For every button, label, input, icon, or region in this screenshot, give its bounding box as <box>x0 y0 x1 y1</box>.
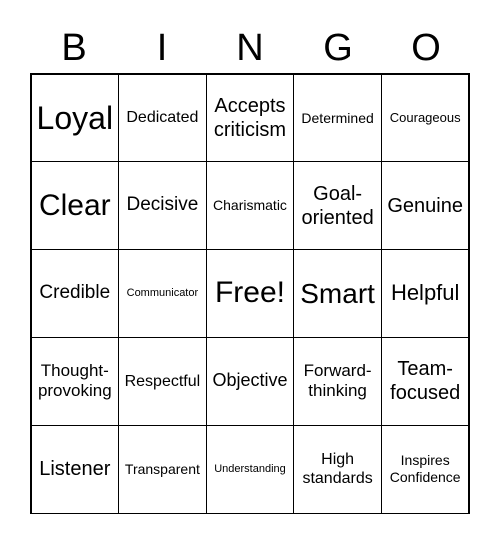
bingo-cell[interactable]: Credible <box>30 249 120 338</box>
bingo-cell[interactable]: Thought-provoking <box>30 336 120 426</box>
header-letter-g: G <box>323 27 353 69</box>
bingo-cell[interactable]: Loyal <box>30 73 120 163</box>
bingo-cell[interactable]: Forward-thinking <box>293 336 382 426</box>
header-letter-b: B <box>61 27 87 69</box>
bingo-cell[interactable]: Transparent <box>118 424 207 514</box>
bingo-cell[interactable]: Communicator <box>118 249 207 338</box>
bingo-cell[interactable]: Clear <box>30 161 120 251</box>
header-letter-i: I <box>156 27 168 69</box>
bingo-cell[interactable]: Helpful <box>380 249 470 338</box>
bingo-cell[interactable]: Inspires Confidence <box>380 424 470 514</box>
bingo-cell[interactable]: Charismatic <box>205 161 295 251</box>
bingo-cell[interactable]: Respectful <box>118 336 207 426</box>
bingo-cell[interactable]: Dedicated <box>118 73 207 163</box>
bingo-cell[interactable]: Courageous <box>380 73 470 163</box>
bingo-cell[interactable]: Genuine <box>380 161 470 251</box>
bingo-cell[interactable]: Understanding <box>205 424 295 514</box>
bingo-cell[interactable]: Accepts criticism <box>205 73 295 163</box>
bingo-cell[interactable]: Smart <box>293 249 382 338</box>
header-letter-n: N <box>236 27 264 69</box>
bingo-cell[interactable]: Determined <box>293 73 382 163</box>
bingo-cell[interactable]: Decisive <box>118 161 207 251</box>
bingo-cell[interactable]: High standards <box>293 424 382 514</box>
bingo-grid: Loyal Dedicated Accepts criticism Determ… <box>30 73 470 514</box>
bingo-cell[interactable]: Listener <box>30 424 120 514</box>
bingo-header: B I N G O <box>30 24 470 72</box>
header-letter-o: O <box>411 27 441 69</box>
bingo-cell[interactable]: Objective <box>205 336 295 426</box>
bingo-cell[interactable]: Team-focused <box>380 336 470 426</box>
free-space-cell[interactable]: Free! <box>205 249 295 338</box>
bingo-cell[interactable]: Goal-oriented <box>293 161 382 251</box>
